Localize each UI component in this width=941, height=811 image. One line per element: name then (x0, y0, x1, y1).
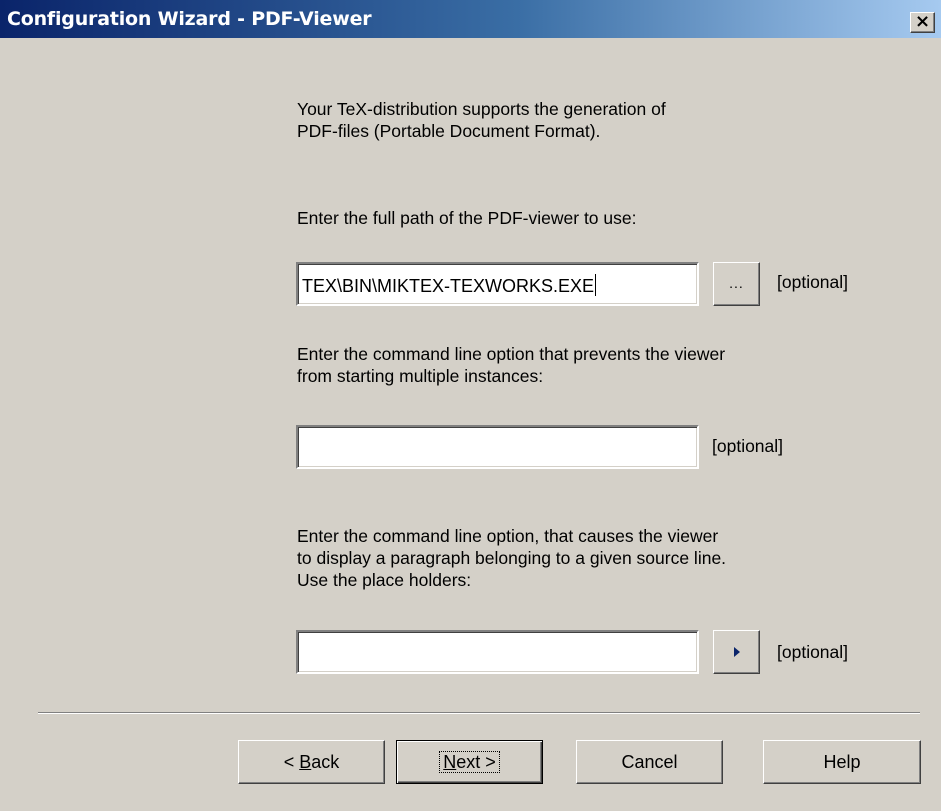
window-title: Configuration Wizard - PDF-Viewer (7, 8, 372, 30)
intro-text-line1: Your TeX-distribution supports the gener… (297, 99, 666, 119)
cancel-button[interactable]: Cancel (576, 740, 723, 784)
intro-text-line2: PDF-files (Portable Document Format). (297, 121, 601, 141)
close-button[interactable]: × (910, 11, 935, 33)
single-instance-label-line2: from starting multiple instances: (297, 366, 544, 386)
text-caret (595, 274, 597, 296)
source-line-input[interactable] (296, 630, 699, 674)
viewer-path-input[interactable]: TEX\BIN\MIKTEX-TEXWORKS.EXE (296, 262, 699, 306)
next-button-accelerator: N (443, 752, 457, 772)
close-icon: × (914, 11, 931, 32)
source-line-label-line2: to display a paragraph belonging to a gi… (297, 548, 727, 568)
cancel-button-label: Cancel (621, 752, 678, 772)
separator (38, 712, 920, 714)
right-triangle-icon (734, 647, 740, 657)
viewer-path-label: Enter the full path of the PDF-viewer to… (297, 208, 637, 228)
viewer-path-optional: [optional] (777, 272, 849, 292)
browse-button[interactable]: ... (713, 262, 760, 306)
help-button-label: Help (823, 752, 861, 772)
source-line-optional: [optional] (777, 642, 849, 662)
next-button[interactable]: Next > (396, 740, 543, 784)
focus-rectangle: Next > (439, 751, 500, 773)
source-line-label-line1: Enter the command line option, that caus… (297, 526, 719, 546)
back-button-prefix: < (283, 752, 300, 772)
single-instance-optional: [optional] (712, 436, 784, 456)
back-button-accelerator: B (299, 752, 312, 772)
source-line-label-line3: Use the place holders: (297, 570, 472, 590)
title-bar: Configuration Wizard - PDF-Viewer × (0, 0, 941, 38)
placeholder-menu-button[interactable] (713, 630, 760, 674)
single-instance-label-line1: Enter the command line option that preve… (297, 344, 726, 364)
single-instance-input[interactable] (296, 425, 699, 469)
next-button-label: ext > (456, 752, 496, 772)
help-button[interactable]: Help (763, 740, 921, 784)
back-button[interactable]: < Back (238, 740, 385, 784)
browse-button-label: ... (729, 275, 744, 291)
viewer-path-value: TEX\BIN\MIKTEX-TEXWORKS.EXE (302, 274, 597, 296)
back-button-label: ack (311, 752, 340, 772)
